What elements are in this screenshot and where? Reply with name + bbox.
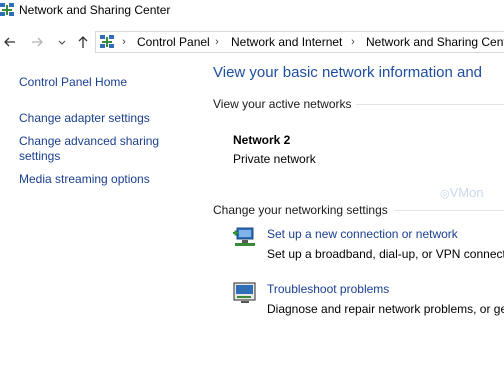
up-arrow-icon[interactable] — [75, 34, 91, 50]
network-sharing-center-window: Network and Sharing Center › Control Pan… — [0, 0, 504, 385]
chevron-right-icon[interactable]: › — [349, 35, 357, 49]
section-divider — [356, 104, 504, 105]
navigation-bar: › Control Panel › Network and Internet ›… — [0, 30, 504, 54]
chevron-right-icon[interactable]: › — [213, 35, 221, 49]
troubleshoot-icon — [233, 282, 256, 303]
title-bar: Network and Sharing Center — [0, 0, 504, 24]
network-type: Private network — [233, 152, 316, 166]
change-adapter-settings-link[interactable]: Change adapter settings — [19, 111, 150, 126]
forward-arrow-icon[interactable] — [29, 34, 45, 50]
watermark: ◎VMon — [440, 185, 484, 200]
set-up-connection-link[interactable]: Set up a new connection or network — [267, 227, 458, 241]
address-bar[interactable]: › Control Panel › Network and Internet ›… — [95, 31, 504, 53]
network-name: Network 2 — [233, 133, 291, 147]
change-settings-heading: Change your networking settings — [213, 203, 388, 217]
troubleshoot-problems-description: Diagnose and repair network problems, or… — [267, 302, 504, 316]
active-networks-heading: View your active networks — [213, 97, 352, 111]
watermark-text: VMon — [449, 185, 484, 200]
control-panel-icon — [100, 35, 114, 48]
window-title: Network and Sharing Center — [19, 3, 171, 17]
media-streaming-options-link[interactable]: Media streaming options — [19, 172, 150, 187]
breadcrumb-network-internet[interactable]: Network and Internet — [231, 35, 342, 49]
section-divider — [394, 210, 504, 211]
back-arrow-icon[interactable] — [2, 34, 18, 50]
troubleshoot-problems-link[interactable]: Troubleshoot problems — [267, 282, 389, 296]
network-center-icon — [0, 3, 14, 16]
breadcrumb-control-panel[interactable]: Control Panel — [137, 35, 210, 49]
control-panel-home-link[interactable]: Control Panel Home — [19, 75, 127, 90]
chevron-down-icon[interactable] — [56, 34, 68, 50]
page-title: View your basic network information and — [213, 64, 483, 81]
set-up-connection-description: Set up a broadband, dial-up, or VPN conn… — [267, 247, 504, 261]
breadcrumb-network-sharing-center[interactable]: Network and Sharing Center — [366, 35, 504, 49]
chevron-right-icon[interactable]: › — [120, 35, 128, 49]
change-advanced-sharing-link-line2[interactable]: settings — [19, 149, 60, 164]
change-advanced-sharing-link[interactable]: Change advanced sharing — [19, 134, 159, 149]
new-connection-icon — [233, 227, 255, 246]
